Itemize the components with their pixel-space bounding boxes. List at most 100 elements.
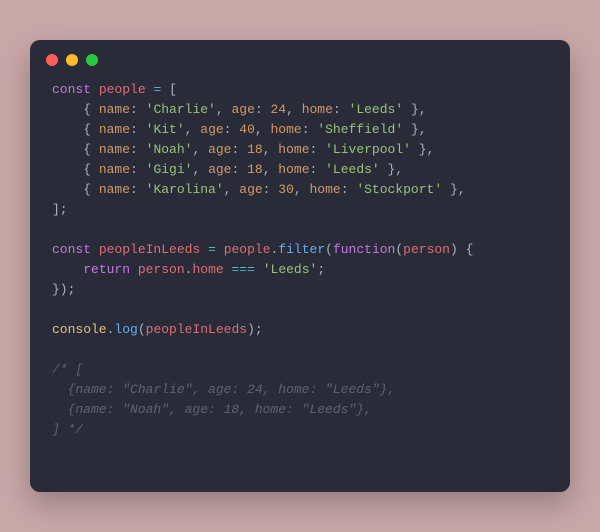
code-token: {name: "Noah", age: 18, home: "Leeds"},	[52, 402, 372, 417]
code-token: ,	[192, 142, 208, 157]
code-line: { name: 'Gigi', age: 18, home: 'Leeds' }…	[52, 162, 403, 177]
code-token: home	[278, 162, 309, 177]
code-token: name	[99, 182, 130, 197]
code-window: const people = [ { name: 'Charlie', age:…	[30, 40, 570, 492]
code-line: return person.home === 'Leeds';	[52, 262, 325, 277]
code-line: /* [	[52, 362, 83, 377]
code-token: peopleInLeeds	[146, 322, 247, 337]
code-token: /* [	[52, 362, 83, 377]
code-token: home	[278, 142, 309, 157]
code-token: peopleInLeeds	[99, 242, 200, 257]
code-token: {name: "Charlie", age: 24, home: "Leeds"…	[52, 382, 395, 397]
code-token: home	[192, 262, 223, 277]
code-token	[216, 242, 224, 257]
code-token: 'Liverpool'	[325, 142, 411, 157]
code-token: ] */	[52, 422, 83, 437]
code-token: const	[52, 242, 91, 257]
code-token: ];	[52, 202, 68, 217]
code-token: {	[52, 102, 99, 117]
code-token	[224, 262, 232, 277]
code-line: ] */	[52, 422, 83, 437]
code-token: 18	[247, 142, 263, 157]
code-token: 18	[247, 162, 263, 177]
code-token: 'Sheffield'	[317, 122, 403, 137]
code-token: home	[271, 122, 302, 137]
code-token: =	[208, 242, 216, 257]
code-token: :	[255, 102, 271, 117]
traffic-light-minimize-icon[interactable]	[66, 54, 78, 66]
code-line: ];	[52, 202, 68, 217]
code-line: console.log(peopleInLeeds);	[52, 322, 263, 337]
code-token: 24	[270, 102, 286, 117]
code-token: age	[231, 102, 254, 117]
code-token: ,	[185, 122, 201, 137]
code-token: 'Karolina'	[146, 182, 224, 197]
code-token: (	[395, 242, 403, 257]
code-token: name	[99, 142, 130, 157]
code-token: );	[247, 322, 263, 337]
code-token: return	[83, 262, 130, 277]
code-token: ,	[216, 102, 232, 117]
code-token: ,	[192, 162, 208, 177]
code-token: home	[302, 102, 333, 117]
code-token: {	[52, 182, 99, 197]
code-token: :	[263, 182, 279, 197]
code-token: ===	[232, 262, 255, 277]
code-token: 'Leeds'	[325, 162, 380, 177]
code-token: {	[52, 142, 99, 157]
code-token: ,	[294, 182, 310, 197]
code-token: ) {	[450, 242, 473, 257]
code-token: :	[130, 142, 146, 157]
code-token: age	[200, 122, 223, 137]
code-line: {name: "Charlie", age: 24, home: "Leeds"…	[52, 382, 395, 397]
code-token: log	[114, 322, 137, 337]
window-titlebar	[30, 40, 570, 72]
code-line: const peopleInLeeds = people.filter(func…	[52, 242, 473, 257]
code-token: people	[224, 242, 271, 257]
code-token: },	[380, 162, 403, 177]
code-token: filter	[278, 242, 325, 257]
code-token: (	[138, 322, 146, 337]
code-line: { name: 'Noah', age: 18, home: 'Liverpoo…	[52, 142, 434, 157]
code-token: 'Noah'	[146, 142, 193, 157]
code-token: :	[130, 122, 146, 137]
traffic-light-zoom-icon[interactable]	[86, 54, 98, 66]
code-token: person	[403, 242, 450, 257]
code-token: ;	[317, 262, 325, 277]
code-line: { name: 'Charlie', age: 24, home: 'Leeds…	[52, 102, 427, 117]
code-token: ,	[224, 182, 240, 197]
code-token: console	[52, 322, 107, 337]
code-token: },	[403, 102, 426, 117]
code-token: });	[52, 282, 75, 297]
code-token: ,	[263, 162, 279, 177]
code-token: people	[99, 82, 146, 97]
code-token: person	[138, 262, 185, 277]
code-token: ,	[286, 102, 302, 117]
code-token: :	[231, 162, 247, 177]
code-token	[255, 262, 263, 277]
code-token: :	[130, 162, 146, 177]
code-token: [	[161, 82, 177, 97]
code-token: :	[310, 142, 326, 157]
code-token: :	[333, 102, 349, 117]
code-token: name	[99, 162, 130, 177]
traffic-light-close-icon[interactable]	[46, 54, 58, 66]
code-token: :	[224, 122, 240, 137]
code-token	[91, 82, 99, 97]
code-token	[130, 262, 138, 277]
code-token: :	[231, 142, 247, 157]
code-token: },	[411, 142, 434, 157]
code-token: 'Charlie'	[146, 102, 216, 117]
code-token: 'Leeds'	[263, 262, 318, 277]
code-token: age	[239, 182, 262, 197]
code-token: },	[403, 122, 426, 137]
code-token: 40	[239, 122, 255, 137]
code-token: ,	[255, 122, 271, 137]
code-token: :	[302, 122, 318, 137]
code-token: {	[52, 122, 99, 137]
code-token: :	[310, 162, 326, 177]
code-token: 'Stockport'	[356, 182, 442, 197]
code-line: { name: 'Karolina', age: 30, home: 'Stoc…	[52, 182, 466, 197]
code-token: },	[442, 182, 465, 197]
code-token: :	[130, 182, 146, 197]
